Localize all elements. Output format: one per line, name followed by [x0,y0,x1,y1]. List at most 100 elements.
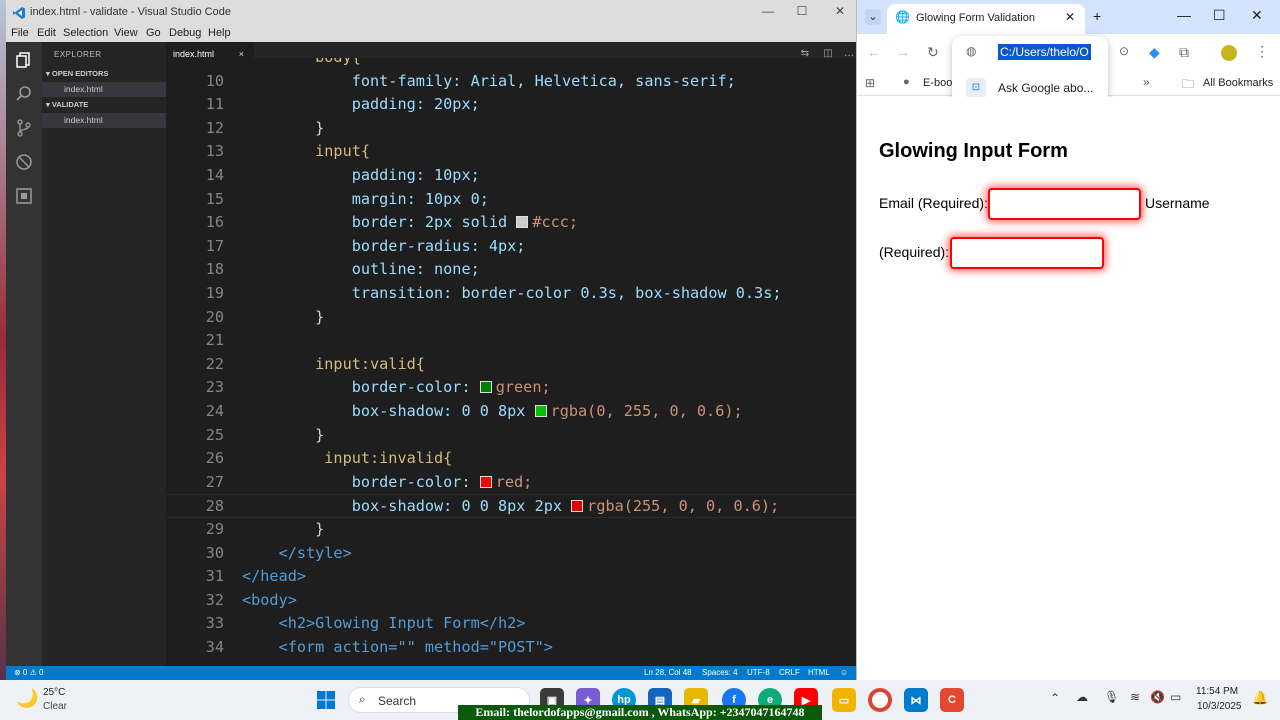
close-icon[interactable]: ✕ [1251,7,1263,24]
code-line[interactable]: 30 </style> [166,542,856,566]
color-swatch-icon[interactable] [571,500,584,513]
code-line[interactable]: 27 border-color: red; [166,471,856,495]
code-line[interactable]: 24 box-shadow: 0 0 8px rgba(0, 255, 0, 0… [166,400,856,424]
reload-icon[interactable]: ↻ [927,44,939,61]
code-line[interactable]: 32 <body> [166,589,856,613]
all-bookmarks-link[interactable]: All Bookmarks [1203,77,1273,89]
code-line[interactable]: 12 } [166,117,856,141]
weather-condition[interactable]: Clear [43,701,67,712]
eol-status[interactable]: CRLF [779,668,800,677]
code-line[interactable]: 29 } [166,518,856,542]
code-line[interactable]: 16 border: 2px solid #ccc; [166,211,856,235]
ask-google-suggestion[interactable]: Ask Google abo... [998,81,1093,95]
explorer-icon[interactable] [14,50,34,70]
color-swatch-icon[interactable] [516,216,529,229]
search-icon[interactable] [14,84,34,104]
code-line[interactable]: 15 margin: 10px 0; [166,188,856,212]
file-explorer-icon[interactable]: ▭ [832,688,856,712]
tab-search-icon[interactable]: ⌄ [865,9,881,25]
code-line[interactable]: 23 border-color: green; [166,376,856,400]
problems-status[interactable]: ⊗ 0 ⚠ 0 [14,668,43,677]
code-line[interactable]: 14 padding: 10px; [166,164,856,188]
line-number: 19 [205,284,224,302]
extensions-icon[interactable] [14,186,34,206]
extension-diamond-icon[interactable]: ◆ [1149,44,1160,61]
code-line[interactable]: 33 <h2>Glowing Input Form</h2> [166,612,856,636]
avatar[interactable] [1221,45,1237,61]
notification-bell-icon[interactable]: 🔔 [1252,690,1268,706]
close-icon[interactable]: ✕ [830,4,850,22]
code-line[interactable]: 22 input:valid{ [166,353,856,377]
chrome-tab-active[interactable]: 🌐 Glowing Form Validation ✕ [887,4,1085,34]
address-bar-url[interactable]: C:/Users/thelo/O [998,44,1091,60]
forward-icon[interactable]: → [896,44,910,60]
code-text: box-shadow: 0 0 8px 2px rgba(255, 0, 0, … [242,497,780,516]
color-swatch-icon[interactable] [479,381,492,394]
color-swatch-icon[interactable] [534,405,547,417]
code-line[interactable]: 19 transition: border-color 0.3s, box-sh… [166,282,856,306]
menu-help[interactable]: Help [208,27,231,39]
code-line[interactable]: 21 [166,329,856,353]
chevron-up-icon[interactable]: ⌃ [1050,691,1060,705]
vscode-taskbar-icon[interactable]: ⋈ [904,688,928,712]
open-editors-section[interactable]: ▾ OPEN EDITORS [46,69,108,78]
code-line[interactable]: 34 <form action="" method="POST"> [166,636,856,660]
weather-temp[interactable]: 25°C [43,687,65,698]
minimize-icon[interactable]: — [1177,7,1191,23]
email-input[interactable] [988,188,1141,220]
code-text: <form action="" method="POST"> [242,638,553,656]
code-line[interactable]: 10 font-family: Arial, Helvetica, sans-s… [166,70,856,94]
volume-muted-icon[interactable]: 🔇 [1150,690,1165,704]
feedback-icon[interactable]: ☺ [840,668,848,677]
lens-icon[interactable]: ⊙ [1119,44,1129,58]
folder-file[interactable]: index.html [42,113,166,128]
site-info-icon[interactable]: ◍ [966,44,976,58]
wifi-icon[interactable]: ≋ [1130,690,1140,704]
menu-debug[interactable]: Debug [169,27,201,39]
source-control-icon[interactable] [14,118,34,138]
code-line[interactable]: 17 border-radius: 4px; [166,235,856,259]
code-line[interactable]: 31 </head> [166,565,856,589]
clock-time[interactable]: 11:54 PM [1196,686,1238,697]
menu-file[interactable]: File [11,27,29,39]
code-line[interactable]: 18 outline: none; [166,258,856,282]
encoding-status[interactable]: UTF-8 [747,668,770,677]
menu-edit[interactable]: Edit [37,27,56,39]
color-swatch-icon[interactable] [479,475,492,488]
chrome-icon[interactable] [868,688,892,712]
indent-status[interactable]: Spaces: 4 [702,668,738,677]
code-line[interactable]: 26 input:invalid{ [166,447,856,471]
code-line[interactable]: 20 } [166,306,856,330]
code-line[interactable]: 13 input{ [166,140,856,164]
menu-view[interactable]: View [114,27,138,39]
new-tab-icon[interactable]: + [1093,8,1101,24]
close-tab-icon[interactable]: ✕ [1065,10,1075,24]
start-button[interactable] [314,688,338,712]
code-line[interactable]: body{ [166,58,856,70]
maximize-icon[interactable]: ☐ [1213,7,1226,24]
menu-kebab-icon[interactable]: ⋮ [1255,43,1269,60]
code-line[interactable]: 11 padding: 20px; [166,93,856,117]
clock-date[interactable]: 10/3/2025 [1197,701,1242,712]
apps-icon[interactable]: ⊞ [865,76,875,90]
menu-selection[interactable]: Selection [63,27,108,39]
username-input[interactable] [950,237,1104,269]
cursor-position[interactable]: Ln 28, Col 48 [644,668,692,677]
chevron-double-right-icon[interactable]: » [1143,75,1150,89]
codecademy-icon[interactable]: C [940,688,964,712]
back-icon[interactable]: ← [867,44,881,60]
code-line[interactable]: 25 } [166,424,856,448]
menu-go[interactable]: Go [146,27,161,39]
battery-icon[interactable]: ▭ [1170,690,1181,704]
folder-section[interactable]: ▾ VALIDATE [46,100,88,109]
minimize-icon[interactable]: — [758,4,778,22]
microphone-icon[interactable]: 🎙 [1104,690,1119,704]
extensions-puzzle-icon[interactable]: ⧉ [1179,44,1189,61]
open-editor-file[interactable]: index.html [42,82,166,97]
maximize-icon[interactable]: ☐ [792,4,812,22]
onedrive-icon[interactable]: ☁ [1076,690,1088,704]
language-status[interactable]: HTML [808,668,830,677]
debug-icon[interactable] [14,152,34,172]
code-editor[interactable]: body{10 font-family: Arial, Helvetica, s… [166,58,856,666]
code-line[interactable]: 28 box-shadow: 0 0 8px 2px rgba(255, 0, … [166,494,856,518]
